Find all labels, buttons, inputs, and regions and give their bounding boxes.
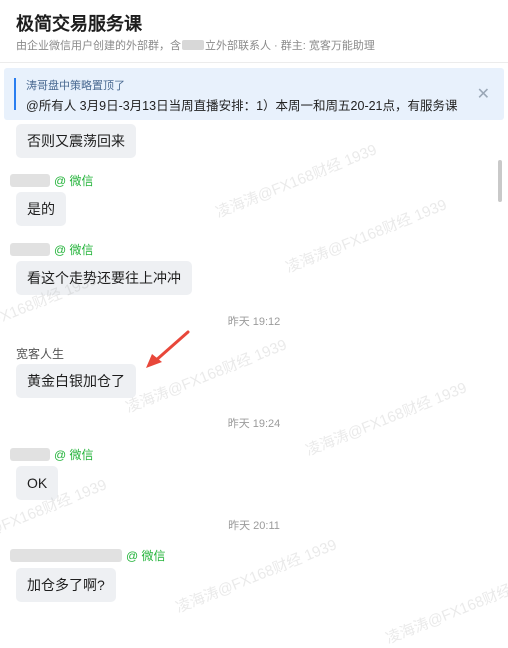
scrollbar[interactable] (498, 160, 502, 202)
sender-line: @ 微信 (10, 241, 94, 258)
redacted-sender (10, 243, 50, 256)
wechat-tag: @ 微信 (54, 448, 94, 462)
sender-line: @ 微信 (10, 547, 166, 564)
wechat-tag: @ 微信 (54, 243, 94, 257)
message-bubble[interactable]: 黄金白银加仓了 (16, 364, 136, 398)
subtitle-part-a: 由企业微信用户创建的外部群，含 (16, 40, 181, 52)
pinned-text: @所有人 3月9日-3月13日当周直播安排：1）本周一和周五20-21点，有服务… (26, 99, 458, 113)
sender-line: @ 微信 (10, 172, 94, 189)
timestamp: 昨天 20:11 (228, 520, 280, 532)
message-bubble[interactable]: 加仓多了啊? (16, 568, 116, 602)
sender-name: 宽客人生 (16, 347, 65, 361)
message-bubble[interactable]: 是的 (16, 192, 66, 226)
message-list[interactable]: 否则又震荡回来 @ 微信 是的 @ 微信 看这个走势还要往上冲冲 昨天 19:1… (0, 121, 508, 611)
redacted-sender (10, 174, 50, 187)
redacted-block (182, 40, 204, 50)
timestamp: 昨天 19:24 (227, 418, 281, 430)
subtitle-part-b: 立外部联系人 · 群主: 宽客万能助理 (205, 40, 375, 52)
wechat-tag: @ 微信 (54, 174, 94, 188)
group-subtitle: 由企业微信用户创建的外部群，含 立外部联系人 · 群主: 宽客万能助理 (16, 37, 375, 53)
message-bubble[interactable]: 否则又震荡回来 (16, 124, 136, 158)
chat-header: 极简交易服务课 由企业微信用户创建的外部群，含 立外部联系人 · 群主: 宽客万能… (0, 0, 508, 63)
pinned-title: 涛哥盘中策略置顶了 (26, 80, 125, 92)
pinned-accent-bar (14, 78, 16, 110)
message-bubble[interactable]: OK (16, 466, 59, 500)
timestamp: 昨天 19:12 (227, 316, 281, 328)
redacted-sender (10, 448, 50, 461)
pinned-announcement[interactable]: 涛哥盘中策略置顶了 @所有人 3月9日-3月13日当周直播安排：1）本周一和周五… (4, 68, 504, 120)
message-bubble[interactable]: 看这个走势还要往上冲冲 (16, 261, 192, 295)
sender-line: @ 微信 (10, 446, 94, 463)
red-arrow-annotation (146, 330, 190, 368)
group-title: 极简交易服务课 (16, 14, 142, 34)
close-icon[interactable]: ✕ (477, 84, 490, 104)
wechat-tag: @ 微信 (126, 549, 166, 563)
redacted-sender (10, 549, 122, 562)
